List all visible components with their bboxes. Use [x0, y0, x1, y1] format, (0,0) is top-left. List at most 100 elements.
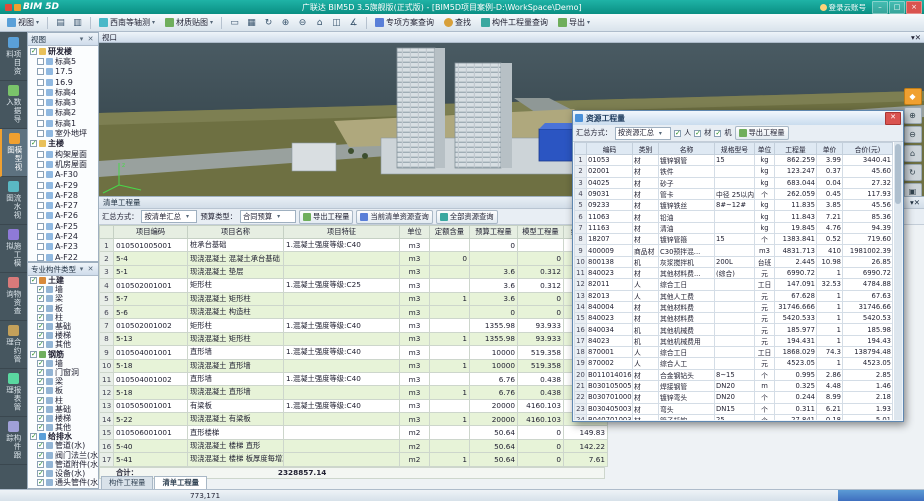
login-link[interactable]: 登录云账号: [820, 2, 867, 13]
component-qty-query-button[interactable]: 构件工程量查询: [477, 15, 552, 31]
checkbox[interactable]: [30, 140, 37, 147]
table-row[interactable]: 175-41现浇混凝土 楼梯 板厚度每增减10mmm2150.6407.61: [100, 453, 608, 466]
machine-checkbox[interactable]: 机: [714, 128, 731, 138]
tree-item[interactable]: 板: [28, 386, 98, 395]
checkbox[interactable]: [37, 332, 44, 339]
tree-item[interactable]: 标高3: [28, 97, 98, 107]
checkbox[interactable]: [37, 171, 44, 178]
table-row[interactable]: 65-6现浇混凝土 构造柱m300557.27: [100, 305, 608, 318]
tree-item[interactable]: 墙: [28, 285, 98, 294]
view-menu-button[interactable]: 视图 ▾: [3, 15, 43, 31]
checkbox[interactable]: [37, 378, 44, 385]
table-row[interactable]: 85-13现浇混凝土 矩形柱m311355.9893.933494.15: [100, 332, 608, 345]
checkbox[interactable]: [37, 233, 44, 240]
minimize-button[interactable]: –: [872, 1, 888, 14]
tree-item[interactable]: 墙: [28, 359, 98, 368]
tree-item[interactable]: A-F28: [28, 190, 98, 200]
checkbox[interactable]: [37, 192, 44, 199]
checkbox[interactable]: [37, 212, 44, 219]
close-icon[interactable]: ✕: [915, 33, 921, 42]
table-row[interactable]: 105-18现浇混凝土 直形墙m3110000519.358490.26: [100, 359, 608, 372]
checkbox[interactable]: [37, 341, 44, 348]
measure-icon[interactable]: ∡: [345, 15, 362, 31]
table-row[interactable]: 10800138机灰浆搅拌机200L台班2.44510.9826.85: [575, 256, 893, 267]
pin-icon[interactable]: ▾: [77, 35, 86, 43]
resource-mode-select[interactable]: 按资源汇总 ▾: [615, 127, 671, 140]
tree-item[interactable]: 标高4: [28, 87, 98, 97]
pin-icon[interactable]: ▾: [77, 265, 86, 273]
checkbox[interactable]: [30, 277, 37, 284]
select-icon[interactable]: ▭: [226, 15, 243, 31]
tree-item[interactable]: 室外地坪: [28, 128, 98, 138]
maximize-button[interactable]: □: [889, 1, 905, 14]
table-row[interactable]: 101053材镀锌钢管15kg862.2593.993440.41: [575, 155, 893, 166]
table-row[interactable]: 125-18现浇混凝土 直形墙m316.760.438490.26: [100, 386, 608, 399]
close-icon[interactable]: ✕: [885, 112, 901, 125]
checkbox[interactable]: [37, 151, 44, 158]
tree-item[interactable]: 门窗洞: [28, 368, 98, 377]
summary-mode-select[interactable]: 按清单汇总 ▾: [141, 210, 197, 223]
checkbox[interactable]: [37, 452, 44, 459]
tree-item[interactable]: 板: [28, 304, 98, 313]
nav-tab-5[interactable]: 物资查询: [0, 273, 27, 321]
tree-item[interactable]: A-F23: [28, 242, 98, 252]
close-icon[interactable]: ✕: [914, 198, 920, 207]
tree-item[interactable]: 标高5: [28, 56, 98, 66]
tree-item[interactable]: 楼梯: [28, 414, 98, 423]
tree-item[interactable]: A-F22: [28, 252, 98, 262]
tree-item[interactable]: 土建: [28, 276, 98, 285]
checkbox[interactable]: [30, 433, 37, 440]
table-row[interactable]: 9010504001001直形墙1.混凝土强度等级:C40m310000519.…: [100, 346, 608, 359]
checkbox[interactable]: [37, 461, 44, 468]
table-row[interactable]: 9400009商品材C30预拌混...m34831.7134101981002.…: [575, 245, 893, 256]
checkbox[interactable]: [37, 161, 44, 168]
orbit-icon[interactable]: ↻: [260, 15, 277, 31]
tree-item[interactable]: 通头管件(水): [28, 478, 98, 487]
budget-type-select[interactable]: 合同预算 ▾: [240, 210, 296, 223]
zoom-out-icon[interactable]: ⊖: [904, 126, 922, 143]
nav-tab-3[interactable]: 流水视图: [0, 177, 27, 225]
checkbox[interactable]: [37, 254, 44, 261]
checkbox[interactable]: [37, 369, 44, 376]
tree-item[interactable]: A-F24: [28, 231, 98, 241]
table-row[interactable]: 145-22现浇混凝土 有梁板m31200004160.103484.36: [100, 413, 608, 426]
table-row[interactable]: 22B030701000材镀锌弯头DN20个0.2448.992.18: [575, 392, 893, 403]
section-icon[interactable]: ◫: [328, 15, 345, 31]
checkbox[interactable]: [37, 406, 44, 413]
grid-icon[interactable]: ▥: [69, 15, 86, 31]
material-checkbox[interactable]: 材: [694, 128, 711, 138]
checkbox[interactable]: [37, 79, 44, 86]
table-row[interactable]: 509233材镀锌铁丝8#~12#kg11.8353.8545.56: [575, 200, 893, 211]
tree-item[interactable]: 其他: [28, 340, 98, 349]
tree-item[interactable]: 柱: [28, 395, 98, 404]
tree-item[interactable]: 梁: [28, 377, 98, 386]
tree-item[interactable]: 设备(水): [28, 469, 98, 478]
table-row[interactable]: 11840023材其他材料费...(综合)元6990.7216990.72: [575, 267, 893, 278]
tree-item[interactable]: 机房屋面: [28, 159, 98, 169]
table-row[interactable]: 611063材铅油kg11.8437.2185.36: [575, 211, 893, 222]
table-row[interactable]: 21B030105005材焊接钢管DN20m0.3254.481.46: [575, 380, 893, 391]
checkbox[interactable]: [37, 58, 44, 65]
zoom-in-icon[interactable]: ⊕: [904, 107, 922, 124]
nav-tab-8[interactable]: 构件跟踪: [0, 417, 27, 465]
current-list-resource-query-button[interactable]: 当前清单资源查询: [356, 210, 432, 224]
checkbox[interactable]: [37, 415, 44, 422]
export-qty-button[interactable]: 导出工程量: [299, 210, 353, 224]
export-button[interactable]: 导出 ▾: [554, 15, 594, 31]
home-view-icon[interactable]: ⌂: [904, 145, 922, 162]
tree-item[interactable]: 柱: [28, 313, 98, 322]
table-row[interactable]: 7010502001002矩形柱1.混凝土强度等级:C40m31355.9893…: [100, 319, 608, 332]
nav-tab-2[interactable]: 模型视图: [0, 129, 27, 177]
checkbox[interactable]: [37, 314, 44, 321]
checkbox[interactable]: [37, 89, 44, 96]
tree-item[interactable]: A-F27: [28, 200, 98, 210]
table-row[interactable]: 14840004材其他材料费元31746.666131746.66: [575, 301, 893, 312]
nav-cube-icon[interactable]: ◆: [904, 88, 922, 105]
tab-component-quantity[interactable]: 构件工程量: [101, 476, 153, 489]
tree-item[interactable]: 钢筋: [28, 350, 98, 359]
tree-item[interactable]: 其他: [28, 423, 98, 432]
tree-item[interactable]: A-F26: [28, 211, 98, 221]
checkbox[interactable]: [37, 470, 44, 477]
checkbox[interactable]: [37, 442, 44, 449]
tree-item[interactable]: 楼梯: [28, 331, 98, 340]
